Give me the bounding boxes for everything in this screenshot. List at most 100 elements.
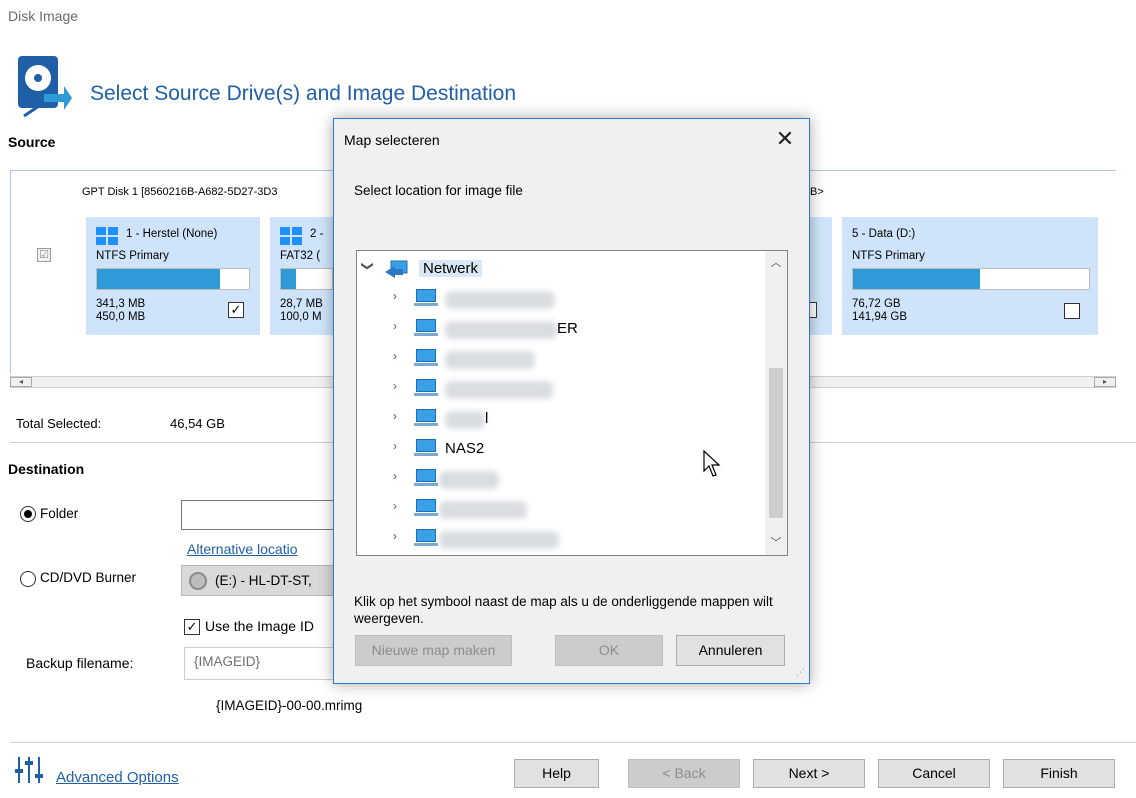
tree-item[interactable]: ›	[357, 466, 757, 490]
disk-header-tail: B>	[810, 186, 824, 198]
redacted-label	[445, 411, 485, 429]
total-selected-label: Total Selected:	[16, 416, 102, 431]
tree-item-network[interactable]: ❯ Netwerk	[357, 256, 757, 280]
computer-icon	[413, 319, 439, 337]
partition-checkbox[interactable]: ✓	[228, 302, 244, 318]
tree-item[interactable]: ›	[357, 496, 757, 520]
help-button[interactable]: Help	[514, 759, 599, 788]
alternative-location-link[interactable]: Alternative locatio	[187, 541, 298, 557]
partition-size: 450,0 MB	[96, 311, 146, 323]
computer-icon	[413, 469, 439, 487]
chevron-right-icon[interactable]: ›	[393, 439, 397, 453]
partition-card-5[interactable]: 5 - Data (D:) NTFS Primary 76,72 GB 141,9…	[842, 217, 1098, 335]
page-title: Select Source Drive(s) and Image Destina…	[90, 82, 517, 105]
redacted-label	[445, 351, 535, 369]
ok-button[interactable]: OK	[555, 635, 663, 666]
tree-item[interactable]: ›	[357, 526, 757, 550]
cd-burner-label: CD/DVD Burner	[40, 570, 137, 585]
back-button[interactable]: < Back	[628, 759, 740, 788]
tree-item[interactable]: ›	[357, 346, 757, 370]
disk-select-checkbox[interactable]: ☑	[37, 248, 51, 262]
folder-select-dialog: Map selecteren ✕ Select location for ima…	[333, 118, 810, 684]
folder-path-input[interactable]	[181, 500, 341, 530]
cd-drive-select[interactable]: (E:) - HL-DT-ST,	[181, 565, 341, 596]
chevron-right-icon[interactable]: ›	[393, 319, 397, 333]
chevron-down-icon[interactable]: ❯	[361, 261, 375, 271]
cd-drive-icon	[189, 572, 207, 590]
computer-icon	[413, 499, 439, 517]
redacted-label	[439, 501, 527, 519]
use-image-id-label: Use the Image ID	[205, 618, 314, 634]
computer-icon	[413, 349, 439, 367]
chevron-right-icon[interactable]: ›	[393, 409, 397, 423]
chevron-right-icon[interactable]: ›	[393, 349, 397, 363]
folder-label: Folder	[40, 506, 79, 521]
close-icon[interactable]: ✕	[771, 125, 799, 153]
mouse-cursor-icon	[703, 450, 721, 477]
cancel-button[interactable]: Cancel	[878, 759, 990, 788]
partition-name: 5 - Data (D:)	[852, 228, 916, 240]
redacted-label	[445, 381, 553, 399]
scroll-up-arrow[interactable]: ︿	[765, 253, 787, 273]
dialog-title: Map selecteren	[344, 132, 440, 148]
scroll-thumb[interactable]	[769, 368, 783, 518]
partition-used: 28,7 MB	[280, 298, 323, 310]
partition-card-4[interactable]	[809, 217, 832, 335]
scroll-down-arrow[interactable]: ﹀	[765, 533, 787, 553]
chevron-right-icon[interactable]: ›	[393, 289, 397, 303]
backup-filename-label: Backup filename:	[26, 655, 134, 671]
tree-item[interactable]: ›	[357, 286, 757, 310]
partition-checkbox[interactable]	[1064, 303, 1080, 319]
partition-usage: 341,3 MB 450,0 MB	[96, 298, 145, 324]
partition-usage-bar	[280, 268, 333, 290]
tree-vscrollbar[interactable]: ︿ ﹀	[765, 251, 787, 555]
dialog-cancel-button[interactable]: Annuleren	[676, 635, 785, 666]
partition-card-2[interactable]: 2 - FAT32 ( 28,7 MB 100,0 M	[270, 217, 333, 335]
use-image-id-checkbox[interactable]: ✓	[184, 619, 200, 635]
redacted-label	[445, 321, 557, 339]
new-folder-button[interactable]: Nieuwe map maken	[355, 635, 512, 666]
partition-checkbox[interactable]	[809, 302, 817, 318]
tree-item[interactable]: › ER	[357, 316, 757, 340]
partition-name: 2 -	[310, 228, 324, 240]
folder-radio[interactable]	[20, 506, 36, 522]
chevron-right-icon[interactable]: ›	[393, 529, 397, 543]
footer-divider	[10, 742, 1136, 743]
destination-section-label: Destination	[8, 461, 85, 477]
partition-used: 76,72 GB	[852, 298, 901, 310]
advanced-options-icon	[15, 757, 43, 783]
chevron-right-icon[interactable]: ›	[393, 499, 397, 513]
finish-button[interactable]: Finish	[1003, 759, 1115, 788]
partition-fs: NTFS Primary	[852, 250, 925, 262]
scroll-left-arrow[interactable]: ◂	[10, 377, 32, 387]
scroll-right-arrow[interactable]: ▸	[1094, 377, 1116, 387]
cd-drive-value: (E:) - HL-DT-ST,	[215, 573, 312, 588]
resize-grip-icon[interactable]: ⋰	[796, 668, 806, 680]
partition-size: 100,0 M	[280, 311, 322, 323]
tree-item-nas2[interactable]: › NAS2	[357, 436, 757, 460]
computer-icon	[413, 379, 439, 397]
cd-burner-radio[interactable]	[20, 571, 36, 587]
folder-tree[interactable]: ❯ Netwerk › › ER › › › l › NAS2 › › › ︿ …	[356, 250, 788, 556]
network-icon	[385, 260, 408, 278]
source-section-label: Source	[8, 134, 56, 150]
tree-item-label: NAS2	[445, 440, 485, 457]
dialog-hint: Klik op het symbool naast de map als u d…	[354, 594, 773, 626]
partition-usage-bar	[96, 268, 250, 290]
advanced-options-link[interactable]: Advanced Options	[56, 769, 179, 786]
backup-filename-input[interactable]: {IMAGEID}	[184, 647, 342, 680]
chevron-right-icon[interactable]: ›	[393, 469, 397, 483]
partition-fs: NTFS Primary	[96, 250, 169, 262]
next-button[interactable]: Next >	[753, 759, 865, 788]
dialog-prompt: Select location for image file	[354, 183, 523, 198]
tree-item[interactable]: › l	[357, 406, 757, 430]
windows-icon	[280, 227, 302, 245]
tree-item-label: Netwerk	[419, 260, 483, 277]
filename-preview: {IMAGEID}-00-00.mrimg	[216, 698, 363, 713]
computer-icon	[413, 529, 439, 547]
partition-usage: 28,7 MB 100,0 M	[280, 298, 323, 324]
partition-usage-bar	[852, 268, 1090, 290]
partition-card-1[interactable]: 1 - Herstel (None) NTFS Primary 341,3 MB…	[86, 217, 260, 335]
chevron-right-icon[interactable]: ›	[393, 379, 397, 393]
tree-item[interactable]: ›	[357, 376, 757, 400]
